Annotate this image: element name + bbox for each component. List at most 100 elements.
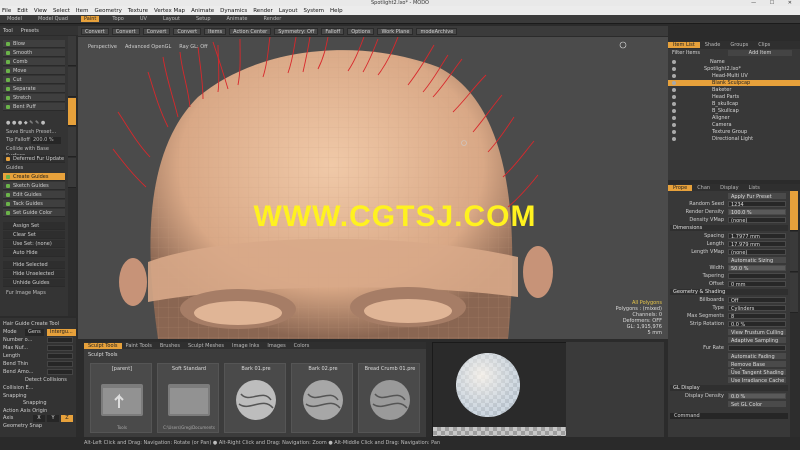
vtab-4[interactable] xyxy=(68,127,76,157)
viewport-toolbar-convert[interactable]: Convert xyxy=(173,27,202,35)
guide-tool-sketch-guides[interactable]: Sketch Guides xyxy=(3,182,65,190)
item-row[interactable]: Head Parts xyxy=(668,94,800,100)
props-tab-lists[interactable]: Lists xyxy=(744,185,765,191)
tool-prop-field[interactable] xyxy=(47,337,73,343)
vtab-hair-tools[interactable] xyxy=(68,98,76,126)
bottom-tab-sculpt-tools[interactable]: Sculpt Tools xyxy=(84,342,122,349)
visibility-eye-icon[interactable] xyxy=(672,130,676,134)
menu-vertex-map[interactable]: Vertex Map xyxy=(154,8,185,14)
sculpt-tool-bent-puff[interactable]: Bent Puff xyxy=(3,103,65,111)
sculpt-tool-smooth[interactable]: Smooth xyxy=(3,49,65,57)
menu-layout[interactable]: Layout xyxy=(279,8,298,14)
set-auto-hide[interactable]: Auto Hide xyxy=(3,249,65,257)
filter-items-field[interactable]: Filter Items xyxy=(672,50,700,56)
viewport-toolbar-falloff[interactable]: Falloff xyxy=(321,27,345,35)
view-mode-label[interactable]: Perspective xyxy=(88,44,117,50)
bottom-tab-image-inks[interactable]: Image Inks xyxy=(228,343,263,349)
visibility-eye-icon[interactable] xyxy=(672,74,676,78)
layout-tab-setup[interactable]: Setup xyxy=(193,16,214,22)
item-row[interactable]: Camera xyxy=(668,122,800,128)
preset-tile[interactable]: Bark 02.pre xyxy=(291,363,353,433)
brush-shape-row[interactable]: ● ● ● ◆ ✎ ✎ ● xyxy=(3,120,65,127)
vtab-5[interactable] xyxy=(68,158,76,188)
prop-value-field[interactable]: (none) xyxy=(728,249,786,256)
menu-system[interactable]: System xyxy=(304,8,325,14)
item-row[interactable]: Aligner xyxy=(668,115,800,121)
props-tab-display[interactable]: Display xyxy=(715,185,743,191)
guide-tool-tack-guides[interactable]: Tack Guides xyxy=(3,200,65,208)
sculpt-tool-move[interactable]: Move xyxy=(3,67,65,75)
prop-button[interactable]: Adaptive Sampling xyxy=(728,337,786,344)
item-tab-groups[interactable]: Groups xyxy=(725,42,753,48)
prop-value-field[interactable]: 0 mm xyxy=(728,281,786,288)
prop-apply[interactable]: Apply Fur Preset xyxy=(670,193,788,200)
props-tab-chan[interactable]: Chan xyxy=(692,185,715,191)
vtab-right-2[interactable] xyxy=(790,232,798,272)
tool-prop-field[interactable] xyxy=(47,353,73,359)
set-use-set-label[interactable]: Use Set: (none) xyxy=(3,240,65,248)
item-tab-item-list[interactable]: Item List xyxy=(668,42,700,48)
preset-tile[interactable]: Soft Standard C:\Users\Greg\Documents xyxy=(157,363,219,433)
prop-value-field[interactable]: 0.0 % xyxy=(728,393,786,400)
prop-set-gl-color[interactable]: Set GL Color xyxy=(670,401,788,408)
visibility-eye-icon[interactable] xyxy=(672,88,676,92)
snapping-field[interactable]: Snapping xyxy=(3,400,75,407)
viewport-toolbar-symmetry-off[interactable]: Symmetry: Off xyxy=(274,27,319,35)
layout-tab-animate[interactable]: Animate xyxy=(224,16,251,22)
visibility-eye-icon[interactable] xyxy=(672,95,676,99)
menu-render[interactable]: Render xyxy=(253,8,273,14)
viewport-toolbar-modearchive[interactable]: modeArchive xyxy=(416,27,458,35)
vtab-right-3[interactable] xyxy=(790,273,798,313)
visibility-eye-icon[interactable] xyxy=(672,109,676,113)
sculpt-tool-stretch[interactable]: Stretch xyxy=(3,94,65,102)
menu-item[interactable]: Item xyxy=(76,8,89,14)
item-row[interactable]: Blank Sculpcap xyxy=(668,80,800,86)
visibility-eye-icon[interactable] xyxy=(672,60,676,64)
vtab-1[interactable] xyxy=(68,36,76,66)
prop-button[interactable]: Remove Base Surface xyxy=(728,361,786,374)
set-hide-selected[interactable]: Hide Selected Guides xyxy=(3,261,65,276)
item-row[interactable]: B_Skullcap xyxy=(668,108,800,114)
mode-gens-button[interactable]: Gens xyxy=(25,329,44,336)
visibility-eye-icon[interactable] xyxy=(672,116,676,120)
ray-gl-label[interactable]: Ray GL: Off xyxy=(179,44,207,50)
menu-texture[interactable]: Texture xyxy=(128,8,148,14)
guide-tool-edit-guides[interactable]: Edit Guides xyxy=(3,191,65,199)
menu-help[interactable]: Help xyxy=(330,8,343,14)
prop-irradiance[interactable]: Use Irradiance Cache xyxy=(670,377,788,384)
layout-tab-model[interactable]: Model xyxy=(4,16,25,22)
item-row[interactable]: Baketer xyxy=(668,87,800,93)
viewport-toolbar-action-center[interactable]: Action Center xyxy=(229,27,272,35)
menu-view[interactable]: View xyxy=(34,8,47,14)
layout-tab-layout[interactable]: Layout xyxy=(160,16,183,22)
bottom-tab-colors[interactable]: Colors xyxy=(290,343,314,349)
sculpt-tool-comb[interactable]: Comb xyxy=(3,58,65,66)
prop-button[interactable]: Automatic Fading xyxy=(728,353,786,360)
prop-button[interactable]: Automatic Sizing xyxy=(728,257,786,264)
tool-prop-field[interactable] xyxy=(47,369,73,375)
prop-tangent[interactable]: Use Tangent Shading xyxy=(670,369,788,376)
prop-value-field[interactable]: 8 xyxy=(728,313,786,320)
viewport-toolbar-convert[interactable]: Convert xyxy=(111,27,140,35)
visibility-eye-icon[interactable] xyxy=(672,81,676,85)
prop-value-field[interactable] xyxy=(728,345,786,351)
visibility-eye-icon[interactable] xyxy=(672,123,676,127)
bottom-tab-brushes[interactable]: Brushes xyxy=(156,343,184,349)
vtab-fur-material[interactable] xyxy=(790,191,798,231)
prop-value-field[interactable]: 1.7977 mm xyxy=(728,233,786,240)
item-row[interactable]: Texture Group xyxy=(668,129,800,135)
prop-button[interactable]: Set GL Color xyxy=(728,401,786,408)
deferred-fur-toggle[interactable]: Deferred Fur Update xyxy=(3,155,65,163)
viewport-toolbar-convert[interactable]: Convert xyxy=(81,27,109,35)
collide-base-toggle[interactable]: Collide with Base Surface xyxy=(3,146,65,159)
item-row[interactable]: Head-Multi UV xyxy=(668,73,800,79)
item-row[interactable]: Spotlight2.lxo* xyxy=(668,66,800,72)
fur-image-maps-header[interactable]: Fur Image Maps xyxy=(3,290,65,297)
layout-tab-model-quad[interactable]: Model Quad xyxy=(35,16,71,22)
visibility-eye-icon[interactable] xyxy=(672,137,676,141)
layout-tab-render[interactable]: Render xyxy=(260,16,284,22)
axis-y-button[interactable]: Y xyxy=(47,415,59,422)
guide-tool-create-guides[interactable]: Create Guides xyxy=(3,173,65,181)
prop-view-frustum[interactable]: View Frustum Culling xyxy=(670,329,788,336)
item-row[interactable]: B_skullcap xyxy=(668,101,800,107)
